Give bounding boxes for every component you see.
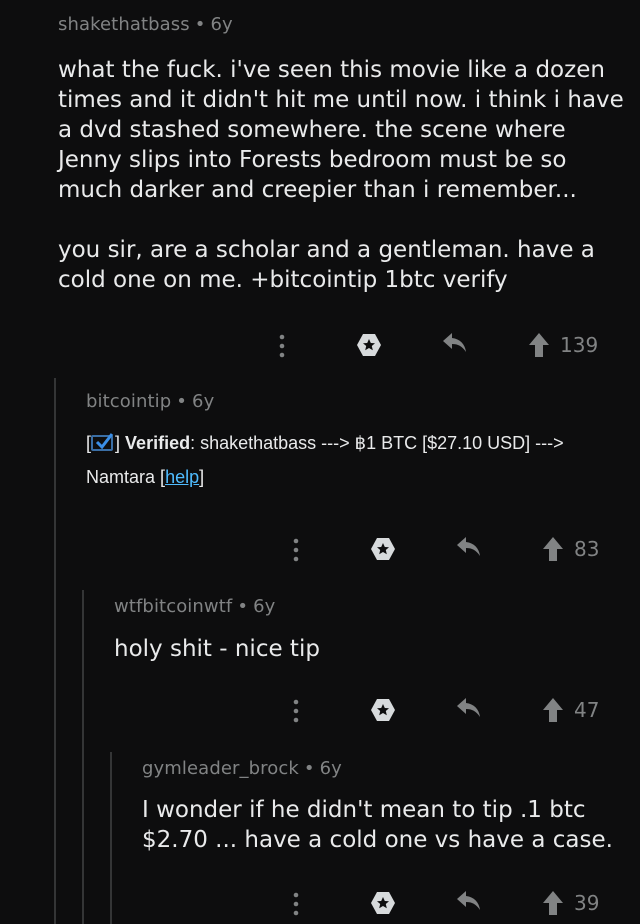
comment-body: [] Verified: shakethatbass ---> ฿1 BTC [… [86,426,631,494]
comment-actions: 47 [0,697,640,727]
comment-age: 6y [319,758,342,779]
separator-dot: • [194,14,206,35]
comment-paragraph: I wonder if he didn't mean to tip .1 btc… [142,797,613,853]
comment-body: what the fuck. i've seen this movie like… [58,55,633,295]
author-name[interactable]: bitcointip [86,391,171,412]
reply-icon[interactable] [456,697,482,719]
vote-count: 47 [574,698,600,722]
separator-dot: • [237,596,249,617]
vote-count: 139 [560,333,599,357]
comment-body: I wonder if he didn't mean to tip .1 btc… [142,795,632,855]
comment-actions: 83 [0,536,640,566]
verified-text: : shakethatbass ---> ฿1 BTC [$27.10 USD]… [190,433,564,453]
comment-age: 6y [253,596,276,617]
upvote-icon [543,537,563,561]
comment-bitcointip: bitcointip • 6y [] Verified: shakethatbass… [86,391,631,494]
comment-age: 6y [192,391,215,412]
comment-meta: gymleader_brock • 6y [142,758,632,779]
recipient-name: Namtara [86,467,156,487]
vote-count: 39 [574,891,600,915]
upvote-button[interactable]: 139 [528,332,598,358]
comment-age: 6y [210,14,233,35]
verified-label: Verified [125,433,191,453]
separator-dot: • [303,758,315,779]
author-name[interactable]: shakethatbass [58,14,190,35]
reply-icon[interactable] [456,536,482,558]
upvote-button[interactable]: 39 [542,890,599,916]
comment-actions: 139 [0,332,640,362]
help-bracket-close: ] [199,467,205,487]
author-name[interactable]: gymleader_brock [142,758,299,779]
award-icon[interactable] [370,890,396,916]
thread-line-level-1[interactable] [54,378,56,924]
comment-paragraph: what the fuck. i've seen this movie like… [58,57,624,203]
vote-count: 83 [574,537,600,561]
more-icon[interactable] [290,697,302,725]
author-name[interactable]: wtfbitcoinwtf [114,596,232,617]
award-icon[interactable] [370,697,396,723]
comment-paragraph: holy shit - nice tip [114,636,320,662]
reply-icon[interactable] [442,332,468,354]
comment-paragraph: you sir, are a scholar and a gentleman. … [58,237,595,293]
award-icon[interactable] [356,332,382,358]
more-icon[interactable] [276,332,288,360]
comment-shakethatbass: shakethatbass • 6y what the fuck. i've see… [58,14,633,295]
upvote-icon [529,333,549,357]
bracket-close: ] [115,433,121,453]
comment-gymleader-brock: gymleader_brock • 6y I wonder if he didn't… [142,758,632,855]
upvote-icon [543,891,563,915]
more-icon[interactable] [290,890,302,918]
award-icon[interactable] [370,536,396,562]
check-icon [91,433,114,451]
upvote-button[interactable]: 47 [542,697,599,723]
separator-dot: • [176,391,188,412]
upvote-icon [543,698,563,722]
more-icon[interactable] [290,536,302,564]
comment-meta: shakethatbass • 6y [58,14,633,35]
comment-body: holy shit - nice tip [114,634,629,664]
comment-wtfbitcoinwtf: wtfbitcoinwtf • 6y holy shit - nice tip [114,596,629,664]
help-link[interactable]: help [165,467,199,487]
reply-icon[interactable] [456,890,482,912]
comment-actions: 39 [0,890,640,920]
thread-line-level-2[interactable] [82,590,84,924]
comment-meta: wtfbitcoinwtf • 6y [114,596,629,617]
comment-meta: bitcointip • 6y [86,391,631,412]
upvote-button[interactable]: 83 [542,536,599,562]
